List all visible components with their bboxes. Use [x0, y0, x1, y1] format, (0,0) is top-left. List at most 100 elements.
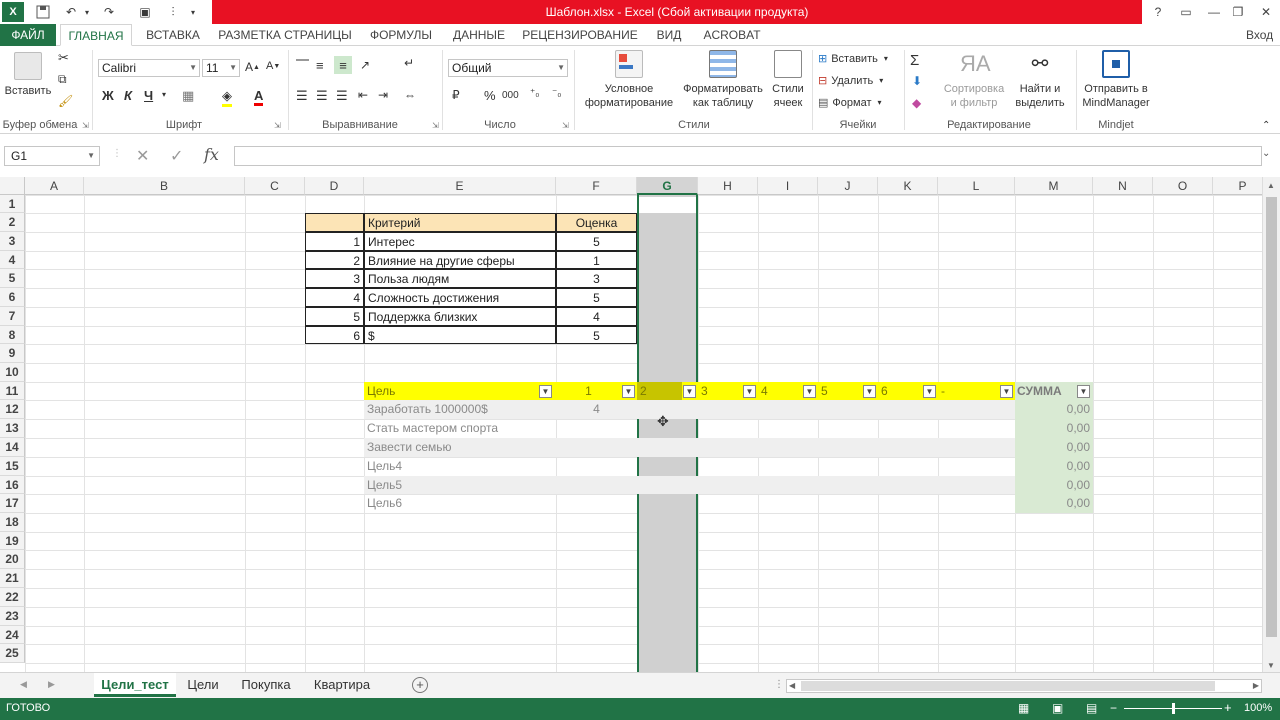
- criteria-name[interactable]: $: [364, 326, 556, 344]
- paste-button[interactable]: Вставить: [4, 52, 52, 98]
- shrink-font-icon[interactable]: A ▼: [266, 60, 280, 72]
- tab-scroll-right-icon[interactable]: ▶: [48, 679, 55, 690]
- save-icon[interactable]: [32, 3, 54, 21]
- qat-customize-icon[interactable]: ▾: [186, 3, 200, 21]
- insert-function-button[interactable]: fx: [204, 145, 219, 164]
- send-to-mindmanager-button[interactable]: Отправить в MindManager: [1078, 50, 1154, 110]
- goal-sum[interactable]: 0,00: [1015, 457, 1093, 476]
- filter-dropdown-icon[interactable]: ▼: [803, 385, 816, 398]
- grow-font-icon[interactable]: A ▲: [245, 60, 260, 74]
- normal-view-icon[interactable]: ▦: [1018, 701, 1029, 715]
- active-cell-g1[interactable]: [639, 197, 696, 213]
- row-header-13[interactable]: 13: [0, 419, 25, 438]
- expand-formula-icon[interactable]: ⌄: [1262, 148, 1270, 159]
- page-break-view-icon[interactable]: ▤: [1086, 701, 1097, 715]
- criteria-score[interactable]: 5: [556, 288, 637, 307]
- filter-dropdown-icon[interactable]: ▼: [863, 385, 876, 398]
- row-header-17[interactable]: 17: [0, 494, 25, 513]
- format-painter-icon[interactable]: 🖌: [58, 94, 73, 108]
- decrease-indent-icon[interactable]: ⇤: [358, 88, 368, 102]
- column-header-I[interactable]: I: [758, 177, 818, 195]
- close-icon[interactable]: ✕: [1252, 2, 1280, 22]
- goals-header-criterion[interactable]: 4: [758, 382, 802, 400]
- sheet-tab[interactable]: Цели: [178, 673, 228, 697]
- horizontal-scrollbar[interactable]: ◀ ▶: [786, 679, 1262, 693]
- filter-sort-icon[interactable]: ⫶: [162, 3, 184, 21]
- scroll-up-icon[interactable]: ▲: [1267, 181, 1275, 190]
- column-header-G[interactable]: G: [637, 177, 698, 195]
- tab-page-layout[interactable]: РАЗМЕТКА СТРАНИЦЫ: [214, 24, 356, 46]
- alignment-launcher-icon[interactable]: ⇲: [432, 121, 439, 130]
- increase-decimal-icon[interactable]: ⁺₀: [530, 88, 539, 99]
- cut-icon[interactable]: ✂: [58, 50, 69, 66]
- filter-dropdown-icon[interactable]: ▼: [1000, 385, 1013, 398]
- row-header-8[interactable]: 8: [0, 326, 25, 344]
- criteria-score[interactable]: 5: [556, 326, 637, 344]
- tab-insert[interactable]: ВСТАВКА: [140, 24, 206, 46]
- row-header-1[interactable]: 1: [0, 195, 25, 213]
- tab-review[interactable]: РЕЦЕНЗИРОВАНИЕ: [520, 24, 640, 46]
- format-as-table-button[interactable]: Форматировать как таблицу: [680, 50, 766, 110]
- column-header-H[interactable]: H: [698, 177, 758, 195]
- criteria-score[interactable]: 1: [556, 251, 637, 269]
- row-header-14[interactable]: 14: [0, 438, 25, 457]
- row-header-24[interactable]: 24: [0, 626, 25, 644]
- clear-icon[interactable]: ◆: [912, 96, 921, 110]
- criteria-score[interactable]: 3: [556, 269, 637, 288]
- help-icon[interactable]: ?: [1144, 2, 1172, 22]
- row-header-10[interactable]: 10: [0, 363, 25, 382]
- criteria-name[interactable]: Влияние на другие сферы: [364, 251, 556, 269]
- delete-cells-button[interactable]: ⊟ Удалить ▾: [818, 74, 883, 88]
- zoom-out-icon[interactable]: −: [1110, 701, 1117, 715]
- criteria-score[interactable]: 4: [556, 307, 637, 326]
- currency-icon[interactable]: ₽: [452, 88, 460, 102]
- goal-sum[interactable]: 0,00: [1015, 419, 1093, 438]
- align-top-icon[interactable]: ⎺: [296, 58, 309, 74]
- zoom-level[interactable]: 100%: [1244, 702, 1272, 714]
- criteria-number[interactable]: 3: [305, 269, 364, 288]
- criteria-name[interactable]: Польза людям: [364, 269, 556, 288]
- formula-input[interactable]: [234, 146, 1262, 166]
- goals-header-criterion[interactable]: 6: [878, 382, 922, 400]
- hscroll-thumb[interactable]: [801, 681, 1215, 691]
- underline-button[interactable]: Ч: [144, 88, 153, 103]
- font-name-select[interactable]: Calibri ▼: [98, 59, 200, 77]
- filter-dropdown-icon[interactable]: ▼: [539, 385, 552, 398]
- criteria-name[interactable]: Сложность достижения: [364, 288, 556, 307]
- goal-sum[interactable]: 0,00: [1015, 438, 1093, 457]
- goal-name[interactable]: Стать мастером спорта: [364, 419, 556, 438]
- orientation-icon[interactable]: ↗: [360, 58, 370, 72]
- align-right-icon[interactable]: ☰: [336, 88, 348, 104]
- tab-scroll-left-icon[interactable]: ◀: [20, 679, 27, 690]
- find-select-button[interactable]: ⚯ Найти и выделить: [1008, 50, 1072, 110]
- hscroll-right-icon[interactable]: ▶: [1253, 681, 1259, 690]
- row-header-7[interactable]: 7: [0, 307, 25, 326]
- tab-data[interactable]: ДАННЫЕ: [446, 24, 512, 46]
- row-header-15[interactable]: 15: [0, 457, 25, 476]
- enter-icon[interactable]: ✓: [170, 146, 183, 166]
- tab-formulas[interactable]: ФОРМУЛЫ: [364, 24, 438, 46]
- scroll-down-icon[interactable]: ▼: [1267, 661, 1275, 670]
- column-header-D[interactable]: D: [305, 177, 364, 195]
- column-header-P[interactable]: P: [1213, 177, 1262, 195]
- criteria-name[interactable]: Поддержка близких: [364, 307, 556, 326]
- column-header-N[interactable]: N: [1093, 177, 1153, 195]
- cancel-icon[interactable]: ✕: [136, 146, 149, 166]
- fill-color-icon[interactable]: ◈: [222, 88, 232, 107]
- align-center-icon[interactable]: ☰: [316, 88, 328, 104]
- row-header-19[interactable]: 19: [0, 532, 25, 550]
- align-left-icon[interactable]: ☰: [296, 88, 308, 104]
- bold-button[interactable]: Ж: [102, 88, 114, 103]
- criteria-score[interactable]: 5: [556, 232, 637, 251]
- filter-dropdown-icon[interactable]: ▼: [683, 385, 696, 398]
- borders-icon[interactable]: ▦: [182, 88, 194, 104]
- goals-header-criterion[interactable]: 3: [698, 382, 742, 400]
- criteria-number[interactable]: 5: [305, 307, 364, 326]
- decrease-decimal-icon[interactable]: ⁻₀: [552, 88, 561, 99]
- goal-sum[interactable]: 0,00: [1015, 400, 1093, 419]
- row-header-5[interactable]: 5: [0, 269, 25, 288]
- worksheet-grid[interactable]: ABCDEFGHIJKLMNOP 1 2 3 4 5 6 7 8 9 10 11 12 13 14 15 16…: [0, 177, 1262, 672]
- select-all-corner[interactable]: [0, 177, 25, 195]
- font-color-icon[interactable]: A: [254, 88, 264, 106]
- tab-acrobat[interactable]: ACROBAT: [698, 24, 766, 46]
